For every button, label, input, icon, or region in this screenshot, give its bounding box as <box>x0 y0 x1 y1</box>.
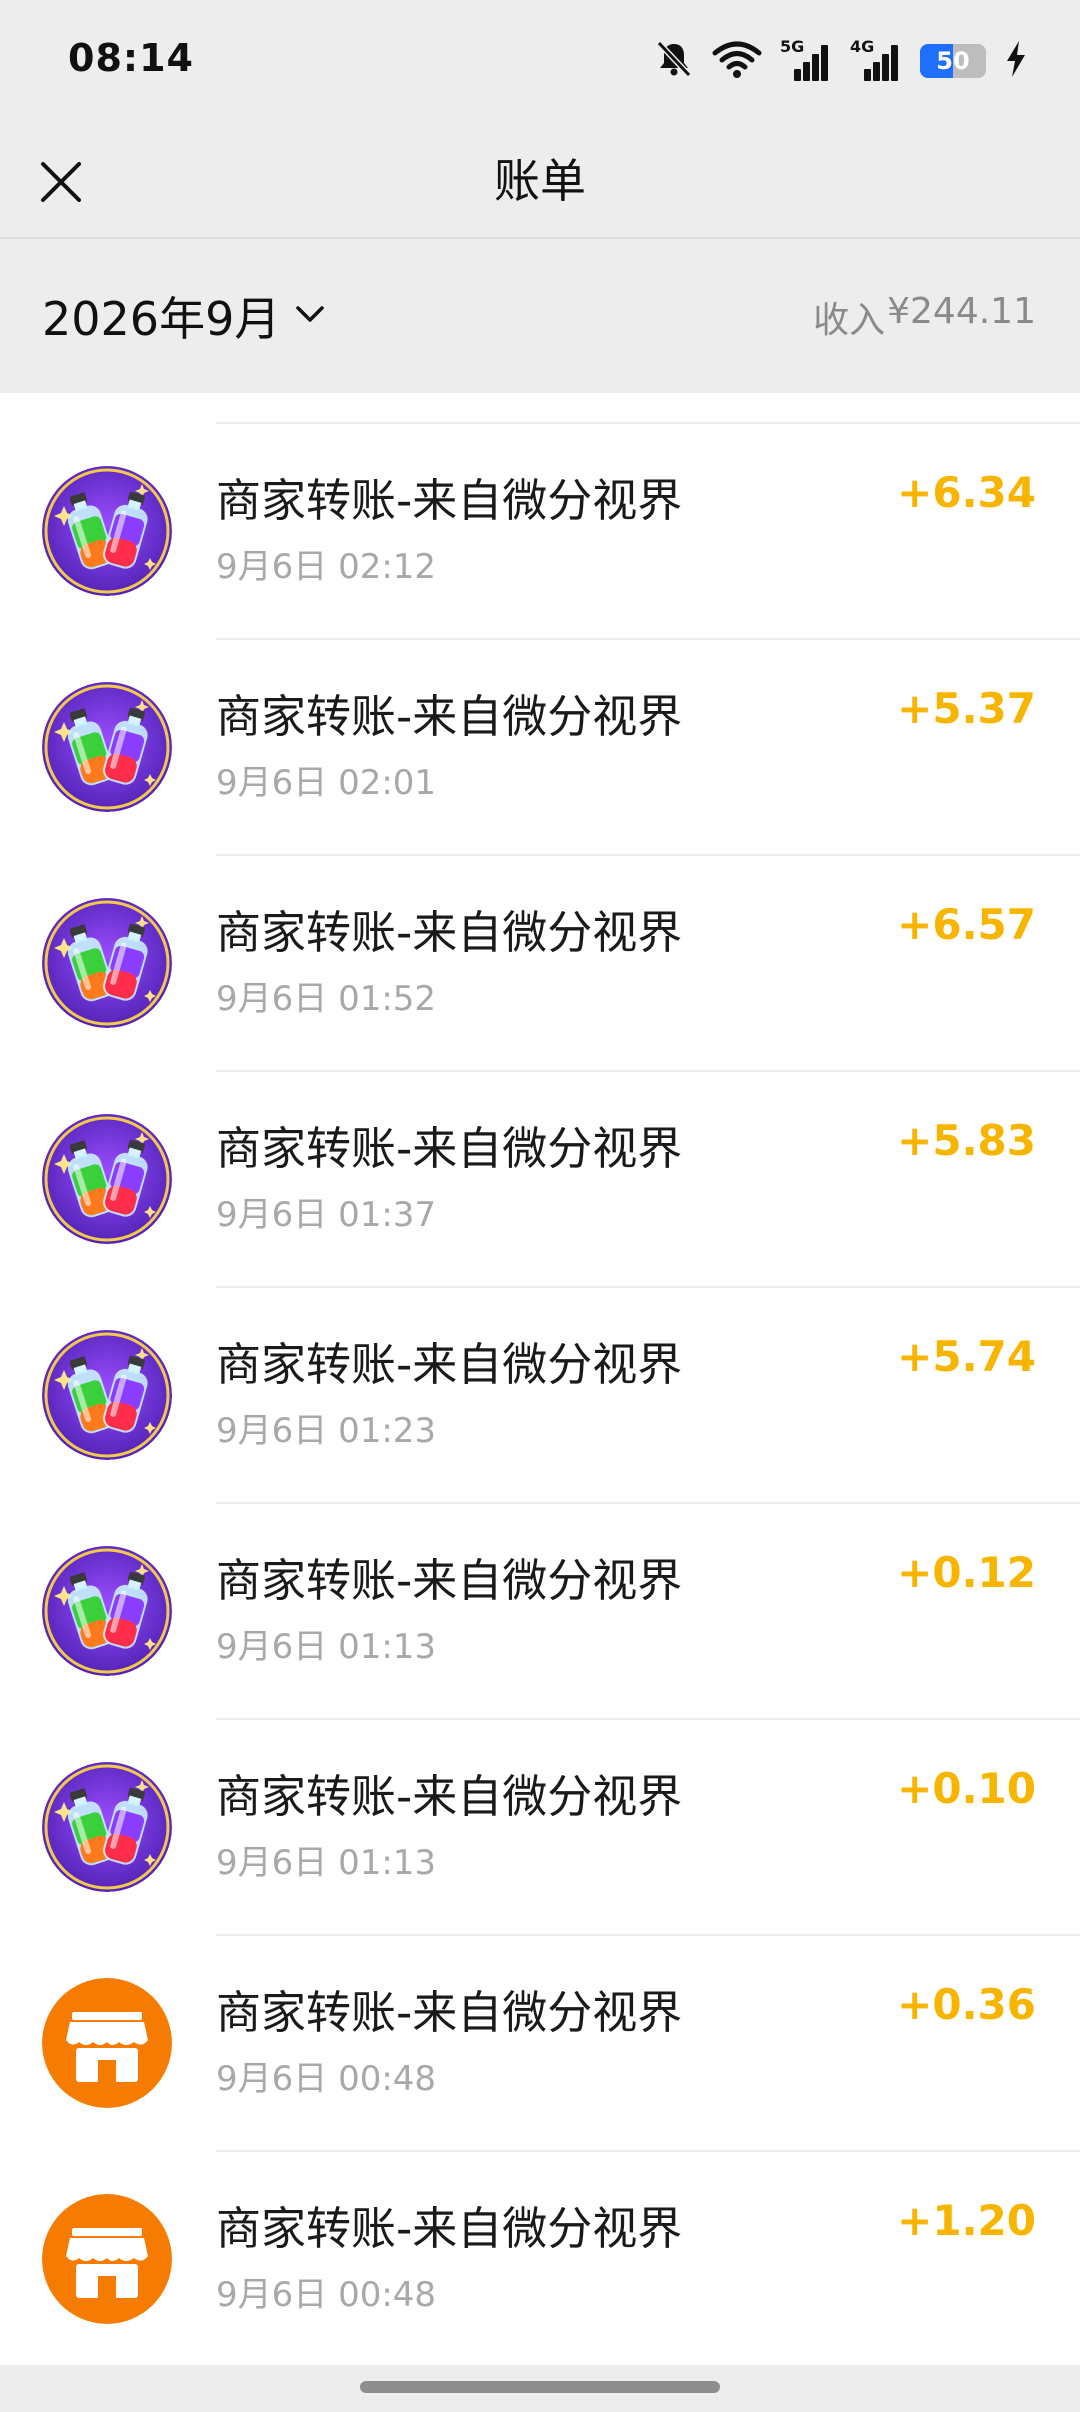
transaction-row[interactable]: 商家转账-来自微分视界 9月6日 02:12 +6.34 <box>0 424 1080 640</box>
page-title: 账单 <box>494 154 586 208</box>
transaction-title: 商家转账-来自微分视界 <box>216 2202 683 2255</box>
transaction-row[interactable]: 商家转账-来自微分视界 9月6日 00:48 +0.36 <box>0 1936 1080 2152</box>
transaction-title: 商家转账-来自微分视界 <box>216 474 683 527</box>
potion-bottles-icon <box>42 1114 172 1244</box>
close-icon <box>41 162 81 202</box>
status-icons: 5G 4G 50 <box>654 37 1028 84</box>
transaction-time: 9月6日 01:23 <box>216 1411 437 1451</box>
signal-4g-icon: 4G <box>850 37 902 81</box>
chevron-down-icon <box>294 303 326 329</box>
transaction-amount: +6.34 <box>897 468 1036 517</box>
month-picker[interactable]: 2026年9月 <box>42 283 326 349</box>
transaction-title: 商家转账-来自微分视界 <box>216 1986 683 2039</box>
transaction-title: 商家转账-来自微分视界 <box>216 1122 683 1175</box>
wifi-icon <box>712 39 762 83</box>
status-time: 08:14 <box>68 36 194 80</box>
potion-bottles-icon <box>42 1330 172 1460</box>
potion-bottles-icon <box>42 1762 172 1892</box>
transaction-amount: +6.57 <box>897 900 1036 949</box>
signal-5g-icon: 5G <box>780 37 832 81</box>
transaction-title: 商家转账-来自微分视界 <box>216 1770 683 1823</box>
transaction-amount: +5.83 <box>897 1116 1036 1165</box>
transaction-row[interactable]: 商家转账-来自微分视界 9月6日 01:13 +0.12 <box>0 1504 1080 1720</box>
transaction-row[interactable]: 商家转账-来自微分视界 9月6日 00:48 +1.20 <box>0 2152 1080 2365</box>
transaction-amount: +1.20 <box>897 2196 1036 2245</box>
transaction-time: 9月6日 01:52 <box>216 979 437 1019</box>
transaction-row[interactable]: 商家转账-来自微分视界 9月6日 01:13 +0.10 <box>0 1720 1080 1936</box>
income-amount: ¥244.11 <box>887 291 1036 332</box>
transaction-title: 商家转账-来自微分视界 <box>216 1554 683 1607</box>
transaction-amount: +5.37 <box>897 684 1036 733</box>
income-summary: 收入 ¥244.11 <box>813 291 1036 343</box>
income-label: 收入 <box>813 300 886 341</box>
transaction-row[interactable]: 商家转账-来自微分视界 9月6日 01:52 +6.57 <box>0 856 1080 1072</box>
transaction-row[interactable]: 商家转账-来自微分视界 9月6日 01:23 +5.74 <box>0 1288 1080 1504</box>
transaction-time: 9月6日 01:13 <box>216 1843 437 1883</box>
transaction-row[interactable]: 商家转账-来自微分视界 9月6日 02:01 +5.37 <box>0 640 1080 856</box>
month-header: 2026年9月 收入 ¥244.11 <box>0 239 1080 393</box>
gesture-area <box>0 2365 1080 2412</box>
potion-bottles-icon <box>42 1546 172 1676</box>
potion-bottles-icon <box>42 682 172 812</box>
potion-bottles-icon <box>42 898 172 1028</box>
transaction-time: 9月6日 02:01 <box>216 763 437 803</box>
shop-icon <box>42 2194 172 2324</box>
transaction-time: 9月6日 00:48 <box>216 2275 437 2315</box>
battery-icon: 50 <box>920 44 986 78</box>
transaction-time: 9月6日 01:13 <box>216 1627 437 1667</box>
transaction-title: 商家转账-来自微分视界 <box>216 1338 683 1391</box>
charging-icon <box>1004 39 1028 83</box>
close-button[interactable] <box>26 147 96 217</box>
transaction-time: 9月6日 01:37 <box>216 1195 437 1235</box>
transaction-list: 商家转账-来自微分视界 9月6日 02:12 +6.34 商家转账-来自微分视界… <box>0 393 1080 2365</box>
nav-bar: 账单 <box>0 125 1080 237</box>
shop-icon <box>42 1978 172 2108</box>
month-label: 2026年9月 <box>42 292 281 346</box>
transaction-title: 商家转账-来自微分视界 <box>216 690 683 743</box>
potion-bottles-icon <box>42 466 172 596</box>
transaction-amount: +0.12 <box>897 1548 1036 1597</box>
home-indicator[interactable] <box>360 2381 720 2393</box>
transaction-amount: +5.74 <box>897 1332 1036 1381</box>
status-bar: 08:14 5G 4G 50 <box>0 0 1080 125</box>
transaction-title: 商家转账-来自微分视界 <box>216 906 683 959</box>
transaction-row[interactable]: 商家转账-来自微分视界 9月6日 01:37 +5.83 <box>0 1072 1080 1288</box>
bell-muted-icon <box>654 39 694 83</box>
transaction-amount: +0.36 <box>897 1980 1036 2029</box>
transaction-time: 9月6日 00:48 <box>216 2059 437 2099</box>
transaction-time: 9月6日 02:12 <box>216 547 437 587</box>
transaction-amount: +0.10 <box>897 1764 1036 1813</box>
